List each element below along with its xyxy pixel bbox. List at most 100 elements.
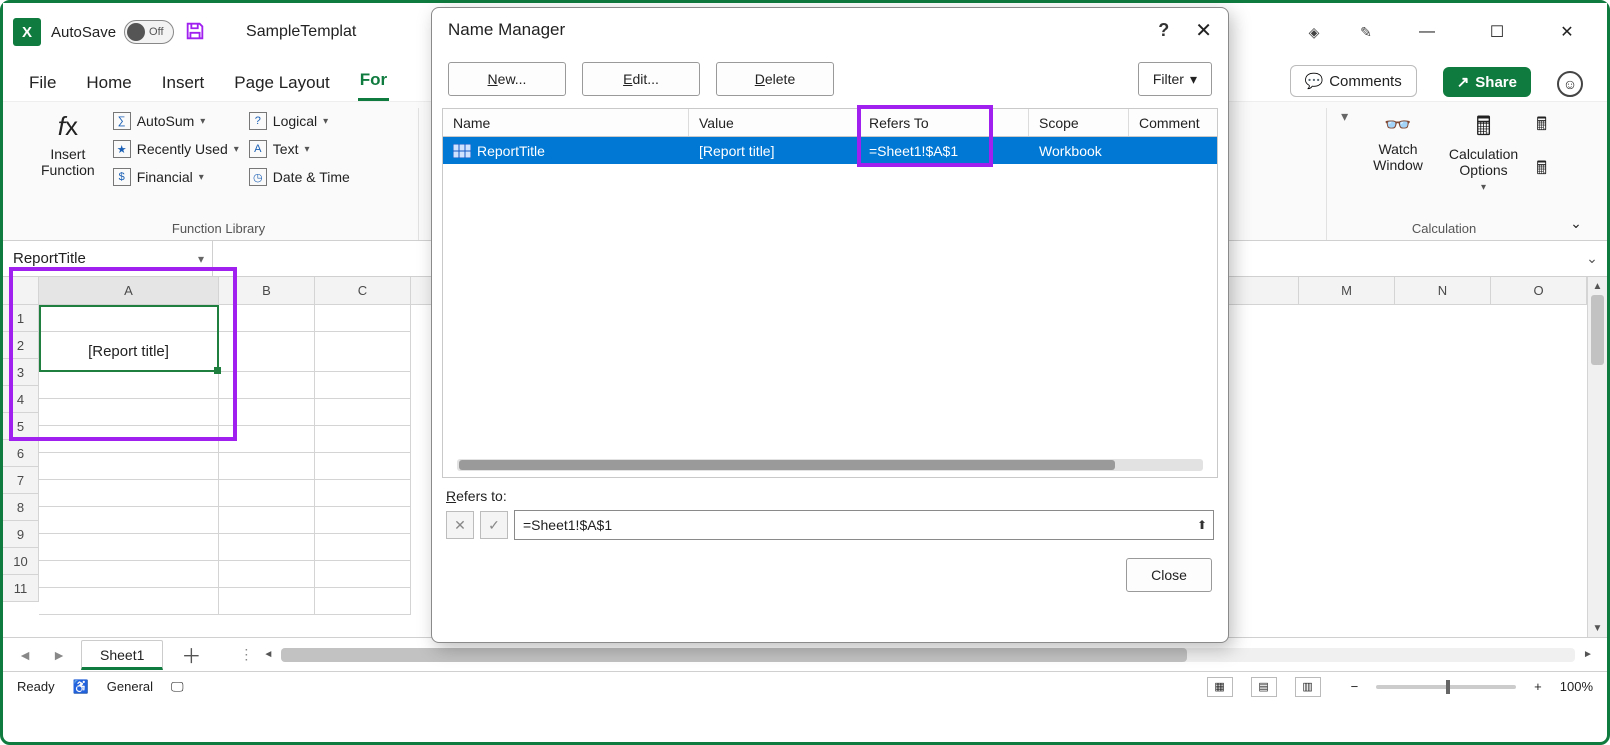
row-header[interactable]: 7 [3, 467, 38, 494]
ribbon-collapse-caret[interactable]: ⌄ [1561, 108, 1591, 240]
calculation-options-button[interactable]: 🖩 Calculation Options [1441, 108, 1526, 198]
dialog-close-icon[interactable]: ✕ [1195, 18, 1212, 43]
row-header[interactable]: 2 [3, 332, 38, 359]
col-header[interactable]: N [1395, 277, 1491, 304]
watch-window-button[interactable]: 👓 Watch Window [1365, 108, 1431, 177]
hscroll-thumb[interactable] [281, 648, 1187, 662]
dialog-help-icon[interactable]: ? [1158, 20, 1169, 41]
accessibility-icon[interactable]: ♿ [73, 679, 89, 695]
col-header-name[interactable]: Name [443, 109, 689, 136]
cell[interactable] [219, 561, 315, 588]
cell-A2[interactable]: [Report title] [39, 332, 219, 372]
col-header[interactable]: M [1299, 277, 1395, 304]
view-page-break-button[interactable]: ▥ [1295, 677, 1321, 697]
vertical-scrollbar[interactable]: ▲ ▼ [1587, 277, 1607, 637]
share-button[interactable]: ↗ Share [1443, 67, 1531, 97]
refers-confirm-button[interactable]: ✓ [480, 511, 508, 539]
cell[interactable] [39, 453, 219, 480]
hscroll-right-icon[interactable]: ► [1579, 646, 1597, 664]
comments-button[interactable]: 💬 Comments [1290, 65, 1417, 97]
refers-cancel-button[interactable]: ✕ [446, 511, 474, 539]
tab-home[interactable]: Home [84, 69, 133, 101]
row-header[interactable]: 6 [3, 440, 38, 467]
cell[interactable] [315, 534, 411, 561]
cell[interactable] [219, 426, 315, 453]
date-time-button[interactable]: ◷Date & Time [249, 168, 350, 186]
cell[interactable] [315, 332, 411, 372]
filter-button[interactable]: Filter▾ [1138, 62, 1212, 96]
feedback-smiley-icon[interactable]: ☺ [1557, 71, 1583, 97]
cell[interactable] [219, 332, 315, 372]
dialog-hscroll-thumb[interactable] [459, 460, 1115, 470]
calc-sheet-icon[interactable]: 🖩 [1536, 156, 1547, 186]
col-header-refers[interactable]: Refers To [859, 109, 1029, 136]
scroll-up-icon[interactable]: ▲ [1588, 277, 1607, 295]
cell[interactable] [315, 561, 411, 588]
maximize-button[interactable]: ☐ [1477, 17, 1517, 47]
calc-now-icon[interactable]: 🖩 [1536, 112, 1547, 142]
col-header-value[interactable]: Value [689, 109, 859, 136]
cell[interactable] [315, 426, 411, 453]
cell[interactable] [39, 561, 219, 588]
col-header[interactable]: A [39, 277, 219, 304]
cell[interactable] [39, 426, 219, 453]
tab-insert[interactable]: Insert [160, 69, 207, 101]
ribbon-overflow-caret[interactable]: ▾ [1341, 108, 1355, 125]
tab-file[interactable]: File [27, 69, 58, 101]
list-row[interactable]: ReportTitle [Report title] =Sheet1!$A$1 … [443, 137, 1217, 164]
zoom-level[interactable]: 100% [1560, 679, 1593, 694]
cell[interactable] [39, 588, 219, 615]
toggle-switch[interactable]: Off [124, 20, 174, 44]
cell[interactable] [219, 399, 315, 426]
row-header[interactable]: 11 [3, 575, 38, 602]
view-page-layout-button[interactable]: ▤ [1251, 677, 1277, 697]
edit-name-button[interactable]: Edit... [582, 62, 700, 96]
insert-function-button[interactable]: fx Insert Function [33, 108, 103, 182]
cell[interactable] [39, 480, 219, 507]
zoom-out-icon[interactable]: − [1351, 679, 1359, 694]
row-header[interactable]: 10 [3, 548, 38, 575]
cell[interactable] [219, 588, 315, 615]
cell[interactable] [315, 480, 411, 507]
view-normal-button[interactable]: ▦ [1207, 677, 1233, 697]
name-box[interactable]: ReportTitle ▾ [3, 241, 213, 276]
zoom-in-icon[interactable]: + [1534, 679, 1542, 694]
cell[interactable] [219, 480, 315, 507]
autosum-button[interactable]: ∑AutoSum [113, 112, 239, 130]
diamond-icon[interactable]: ◈ [1303, 21, 1325, 43]
cell[interactable] [219, 534, 315, 561]
cell[interactable] [219, 507, 315, 534]
hscroll-left-icon[interactable]: ◄ [259, 646, 277, 664]
tab-formulas[interactable]: For [358, 66, 389, 101]
refers-to-input[interactable]: =Sheet1!$A$1 ⬆ [514, 510, 1214, 540]
list-header[interactable]: Name Value Refers To Scope Comment [443, 109, 1217, 137]
tab-page-layout[interactable]: Page Layout [232, 69, 331, 101]
col-header[interactable]: B [219, 277, 315, 304]
dialog-horizontal-scrollbar[interactable] [457, 459, 1203, 471]
close-button[interactable]: Close [1126, 558, 1212, 592]
scroll-down-icon[interactable]: ▼ [1588, 619, 1607, 637]
logical-button[interactable]: ?Logical [249, 112, 350, 130]
dialog-titlebar[interactable]: Name Manager ? ✕ [432, 8, 1228, 52]
cell-A1[interactable] [39, 305, 219, 332]
zoom-slider[interactable] [1376, 685, 1516, 689]
cell[interactable] [219, 305, 315, 332]
cell[interactable] [315, 588, 411, 615]
cell[interactable] [39, 399, 219, 426]
sheet-tab-sheet1[interactable]: Sheet1 [81, 640, 163, 670]
close-window-button[interactable]: ✕ [1547, 17, 1587, 47]
recently-used-button[interactable]: ★Recently Used [113, 140, 239, 158]
cell[interactable] [219, 372, 315, 399]
collapse-dialog-icon[interactable]: ⬆ [1197, 518, 1207, 532]
cell[interactable] [219, 453, 315, 480]
horizontal-scrollbar[interactable]: ⋮ ◄ ► [239, 646, 1597, 664]
col-header-comment[interactable]: Comment [1129, 109, 1217, 136]
col-header-scope[interactable]: Scope [1029, 109, 1129, 136]
names-list[interactable]: Name Value Refers To Scope Comment Repor… [442, 108, 1218, 478]
cell[interactable] [39, 507, 219, 534]
new-name-button[interactable]: NNew...ew... [448, 62, 566, 96]
delete-name-button[interactable]: Delete [716, 62, 834, 96]
cell[interactable] [315, 453, 411, 480]
row-header[interactable]: 3 [3, 359, 38, 386]
cell[interactable] [315, 372, 411, 399]
